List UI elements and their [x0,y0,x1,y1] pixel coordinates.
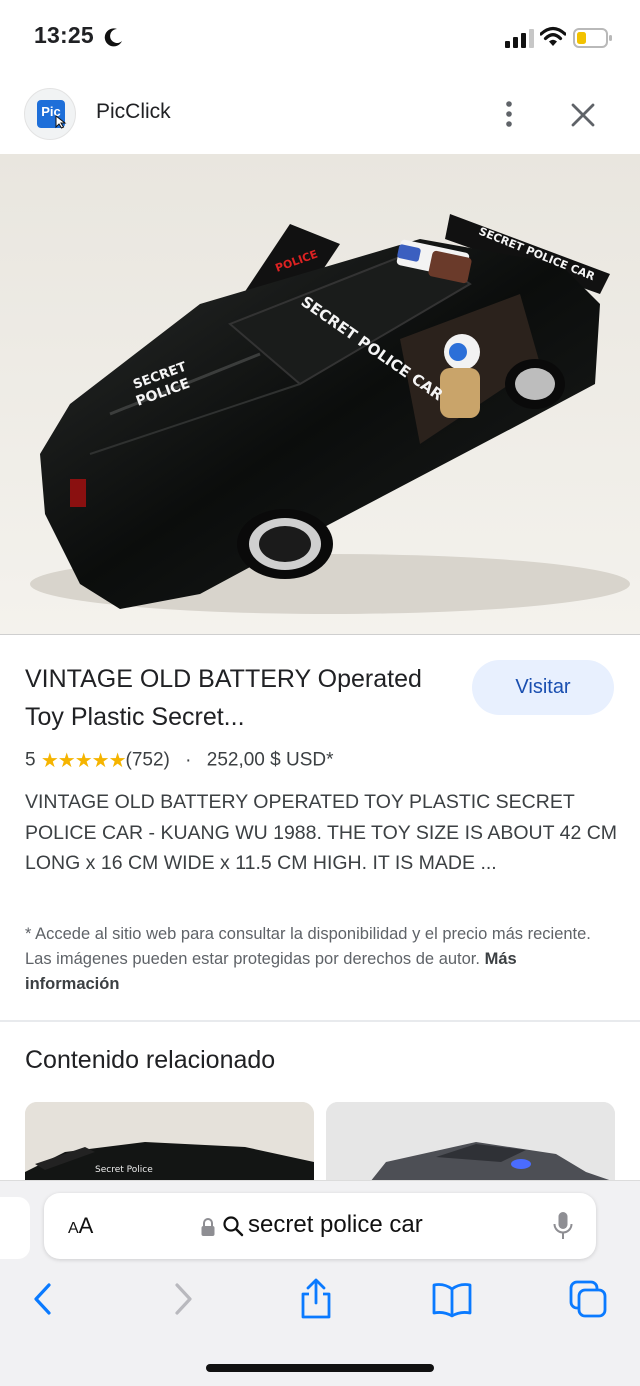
search-icon [223,1216,244,1237]
aa-small: A [68,1220,79,1237]
close-icon[interactable] [566,98,600,132]
wifi-icon [540,26,566,46]
rating-row: 5 ★★★★★(752) · 252,00 $ USD* [25,748,334,778]
status-time: 13:25 [34,22,94,48]
home-indicator [206,1364,434,1372]
site-name[interactable]: PicClick [96,100,171,124]
product-image[interactable]: SECRET POLICE CAR SECRET POLICE SECRET P… [0,154,640,635]
rating-value: 5 [25,749,36,771]
result-description: VINTAGE OLD BATTERY OPERATED TOY PLASTIC… [25,791,618,874]
microphone-icon[interactable] [552,1211,574,1241]
site-header: Pic PicClick [0,78,640,154]
site-logo[interactable]: Pic [24,88,76,140]
related-heading: Contenido relacionado [25,1046,276,1074]
visit-button[interactable]: Visitar [472,660,614,715]
price: 252,00 $ USD* [206,749,334,771]
lock-icon [201,1218,215,1236]
bookmarks-icon[interactable] [430,1277,474,1321]
cursor-icon [55,115,67,129]
svg-text:Secret Police: Secret Police [95,1165,153,1175]
previous-tab-preview[interactable] [0,1197,30,1259]
toy-car-illustration: SECRET POLICE CAR SECRET POLICE SECRET P… [0,154,640,634]
address-bar[interactable]: AA secret police car [44,1193,596,1259]
moon-icon [104,28,122,47]
address-text[interactable]: secret police car [248,1211,423,1239]
status-bar: 13:25 [0,0,640,78]
reader-options-button[interactable]: AA [68,1213,93,1239]
result-title[interactable]: VINTAGE OLD BATTERY Operated Toy Plastic… [25,660,445,736]
disclaimer: * Accede al sitio web para consultar la … [25,922,615,997]
review-count: (752) [125,749,170,771]
back-icon[interactable] [22,1277,66,1321]
more-options-icon[interactable] [494,96,524,132]
star-rating-icon: ★★★★★ [40,750,127,772]
tabs-icon[interactable] [566,1277,610,1321]
cellular-signal-icon [505,29,534,48]
separator: · [185,749,192,771]
browser-toolbar: AA secret police car [0,1180,640,1386]
divider [0,1020,640,1022]
battery-low-icon [573,28,612,48]
aa-big: A [78,1213,94,1238]
share-icon[interactable] [294,1277,338,1321]
forward-icon[interactable] [160,1277,204,1321]
